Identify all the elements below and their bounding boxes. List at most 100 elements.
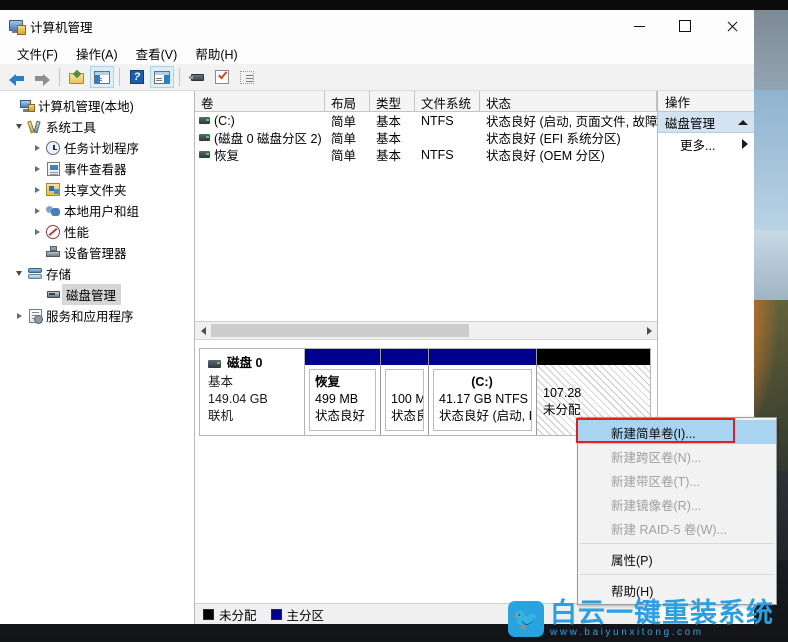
disk-button[interactable]	[185, 66, 209, 88]
tree-root-label: 计算机管理(本地)	[38, 100, 134, 114]
sidebar-item-shared-folders[interactable]: 共享文件夹	[0, 179, 194, 200]
partition-c[interactable]: (C:) 41.17 GB NTFS 状态良好 (启动, I	[429, 349, 537, 435]
show-action-pane-button[interactable]	[150, 66, 174, 88]
chevron-up-icon[interactable]	[738, 119, 748, 125]
disk-management-icon	[44, 289, 62, 300]
users-icon	[44, 204, 62, 218]
tree-expander-right[interactable]	[30, 228, 44, 235]
partition-size: 107.28	[543, 386, 582, 400]
toolbar-separator	[59, 68, 60, 86]
back-button[interactable]	[5, 66, 29, 88]
legend-swatch-unallocated	[203, 608, 214, 620]
partition-status: 状态良	[391, 409, 423, 423]
forward-button[interactable]	[30, 66, 54, 88]
tree-root[interactable]: 计算机管理(本地)	[0, 95, 194, 116]
tree-expander-right[interactable]	[12, 312, 26, 319]
tree-expander-right[interactable]	[30, 165, 44, 172]
up-folder-icon	[69, 71, 85, 84]
sidebar-item-performance[interactable]: 性能	[0, 221, 194, 242]
volume-list-body: (C:) 简单 基本 NTFS 状态良好 (启动, 页面文件, 故障转储 (磁盘…	[195, 112, 657, 321]
watermark: 🐦 白云一键重装系统 www.baiyunxitong.com	[508, 600, 774, 638]
partition-size: 100 M	[391, 392, 424, 406]
check-icon	[215, 70, 229, 84]
menu-bar: 文件(F) 操作(A) 查看(V) 帮助(H)	[0, 42, 754, 64]
services-icon	[26, 308, 44, 324]
column-header-status[interactable]: 状态	[480, 91, 657, 111]
partition-efi[interactable]: 100 M 状态良	[381, 349, 429, 435]
context-menu-item-new-spanned-volume[interactable]: 新建跨区卷(N)...	[578, 444, 776, 468]
tree-expander-right[interactable]	[30, 207, 44, 214]
context-menu-item-new-simple-volume[interactable]: 新建简单卷(I)...	[578, 420, 776, 444]
watermark-brand: 白云一键重装系统	[550, 598, 774, 628]
partition-details: (C:) 41.17 GB NTFS 状态良好 (启动, I	[433, 369, 532, 431]
chevron-right-icon	[742, 139, 748, 149]
legend-label: 未分配	[219, 608, 257, 623]
partition-size: 499 MB	[315, 392, 359, 406]
close-button[interactable]	[708, 10, 754, 42]
legend-primary: 主分区	[270, 605, 324, 624]
actions-item-more[interactable]: 更多...	[658, 133, 754, 155]
table-row[interactable]: (磁盘 0 磁盘分区 2) 简单 基本 状态良好 (EFI 系统分区)	[195, 129, 657, 146]
sidebar-item-storage[interactable]: 存储	[0, 263, 194, 284]
menu-help[interactable]: 帮助(H)	[186, 42, 246, 65]
menu-action[interactable]: 操作(A)	[67, 42, 127, 65]
menu-file[interactable]: 文件(F)	[8, 42, 67, 65]
sidebar-item-local-users-groups[interactable]: 本地用户和组	[0, 200, 194, 221]
actions-header-disk-management[interactable]: 磁盘管理	[658, 112, 754, 133]
sidebar-item-device-manager[interactable]: 设备管理器	[0, 242, 194, 263]
menu-view[interactable]: 查看(V)	[127, 42, 187, 65]
column-header-volume[interactable]: 卷	[195, 91, 325, 111]
column-header-filesystem[interactable]: 文件系统	[415, 91, 480, 111]
sidebar-item-system-tools[interactable]: 系统工具	[0, 116, 194, 137]
context-menu-item-properties[interactable]: 属性(P)	[578, 547, 776, 571]
minimize-button[interactable]	[616, 10, 662, 42]
properties-button[interactable]	[210, 66, 234, 88]
horizontal-scrollbar[interactable]	[195, 321, 657, 339]
help-icon: ?	[130, 70, 144, 84]
partition-recovery[interactable]: 恢复 499 MB 状态良好	[305, 349, 381, 435]
shared-folder-icon	[44, 183, 62, 196]
event-viewer-icon	[44, 161, 62, 176]
column-header-layout[interactable]: 布局	[325, 91, 370, 111]
scrollbar-thumb[interactable]	[211, 324, 469, 337]
drive-icon	[199, 117, 210, 124]
disk-info-block[interactable]: 磁盘 0 基本 149.04 GB 联机	[199, 348, 305, 436]
partition-title: (C:)	[471, 375, 493, 389]
scroll-left-button[interactable]	[195, 323, 211, 338]
storage-icon	[26, 267, 44, 280]
tree-expander-down[interactable]	[12, 124, 26, 129]
cell-type: 基本	[376, 149, 402, 163]
help-button[interactable]: ?	[125, 66, 149, 88]
clock-icon	[44, 140, 62, 155]
list-icon	[240, 70, 254, 84]
sidebar-item-label: 性能	[64, 226, 90, 240]
tree-expander-right[interactable]	[30, 186, 44, 193]
table-row[interactable]: 恢复 简单 基本 NTFS 状态良好 (OEM 分区)	[195, 146, 657, 163]
bird-icon: 🐦	[512, 607, 540, 631]
column-header-type[interactable]: 类型	[370, 91, 415, 111]
cell-volume: 恢复	[195, 145, 325, 164]
cell-volume-label: (C:)	[214, 113, 235, 128]
table-row[interactable]: (C:) 简单 基本 NTFS 状态良好 (启动, 页面文件, 故障转储	[195, 112, 657, 129]
sidebar-item-disk-management[interactable]: 磁盘管理	[0, 284, 194, 305]
partition-details: 100 M 状态良	[385, 369, 424, 431]
disk-type-label: 基本	[208, 375, 234, 389]
partition-title: 恢复	[315, 375, 341, 389]
maximize-button[interactable]	[662, 10, 708, 42]
list-button[interactable]	[235, 66, 259, 88]
sidebar-item-event-viewer[interactable]: 事件查看器	[0, 158, 194, 179]
tree-expander-down[interactable]	[12, 271, 26, 276]
tree-expander-right[interactable]	[30, 144, 44, 151]
sidebar-item-task-scheduler[interactable]: 任务计划程序	[0, 137, 194, 158]
scrollbar-track[interactable]	[211, 323, 641, 338]
context-menu-item-new-raid5-volume[interactable]: 新建 RAID-5 卷(W)...	[578, 516, 776, 540]
show-tree-button[interactable]	[90, 66, 114, 88]
up-folder-button[interactable]	[65, 66, 89, 88]
sidebar-item-services-and-applications[interactable]: 服务和应用程序	[0, 305, 194, 326]
chevron-left-icon	[200, 326, 206, 335]
context-menu-separator	[580, 574, 774, 575]
computer-management-icon	[8, 18, 26, 35]
context-menu-item-new-mirrored-volume[interactable]: 新建镜像卷(R)...	[578, 492, 776, 516]
context-menu-item-new-striped-volume[interactable]: 新建带区卷(T)...	[578, 468, 776, 492]
scroll-right-button[interactable]	[641, 323, 657, 338]
